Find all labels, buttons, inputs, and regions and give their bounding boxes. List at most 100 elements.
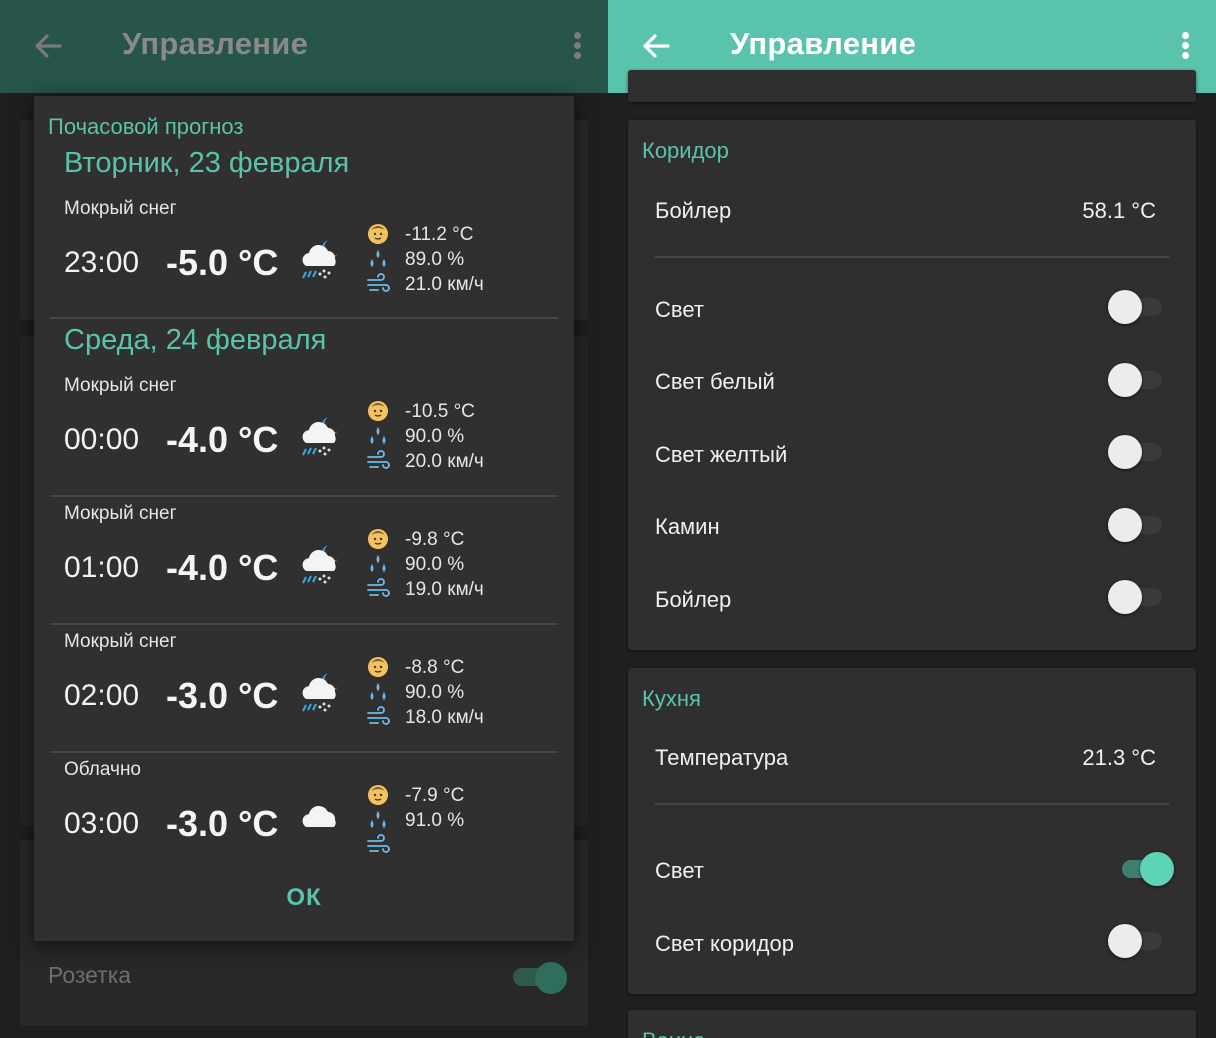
detail-row (366, 833, 556, 858)
socket-switch (513, 962, 567, 994)
room-title: Ванна (642, 1028, 705, 1038)
detail-row: -8.8 °C (366, 655, 556, 680)
temperature: -3.0 °C (166, 675, 279, 716)
page-title: Управление (730, 26, 917, 61)
feels-like-value: -9.8 °C (405, 529, 465, 550)
switch-label: Бойлер (655, 587, 732, 612)
temperature: -3.0 °C (166, 803, 279, 844)
wind-icon (367, 834, 390, 853)
detail-row: 91.0 % (366, 808, 556, 833)
forecast-list[interactable]: Вторник, 23 февраля Мокрый снег 23:00 -5.0 … (50, 142, 558, 860)
humidity-drops-icon (370, 427, 386, 444)
detail-row: 18.0 км/ч (366, 705, 556, 730)
weather-details: -10.5 °C 90.0 % 20.0 км/ч (366, 399, 556, 474)
detail-row: -10.5 °C (366, 399, 556, 424)
hour-time: 01:00 (64, 551, 140, 584)
back-arrow-icon[interactable] (638, 28, 674, 64)
room-card-kitchen: Кухня Температура 21.3 °C Свет Свет кори… (628, 668, 1196, 994)
more-menu-icon[interactable] (1180, 30, 1190, 62)
detail-row: 90.0 % (366, 552, 556, 577)
feels-like-face-icon (368, 529, 388, 549)
more-menu-icon[interactable] (572, 30, 582, 62)
humidity-value: 90.0 % (405, 554, 465, 575)
app-bar: Управление (0, 0, 608, 93)
divider (655, 256, 1169, 258)
detail-row: 21.0 км/ч (366, 272, 556, 297)
switch-label: Камин (655, 514, 720, 539)
snow-cloud-sun-icon (302, 673, 338, 712)
forecast-hour-row: Мокрый снег 01:00 -4.0 °C -9.8 °C 90.0 % 19.0… (50, 497, 558, 623)
back-arrow-icon[interactable] (30, 28, 66, 64)
forecast-hour-row: Мокрый снег 00:00 -4.0 °C -10.5 °C 90.0 % 20.… (50, 369, 558, 495)
toggle-switch[interactable] (1106, 506, 1164, 542)
wind-speed-value: 20.0 км/ч (405, 451, 484, 472)
room-title: Коридор (642, 138, 729, 163)
toggle-switch[interactable] (1106, 288, 1164, 324)
feels-like-face-icon (368, 657, 388, 677)
toggle-switch[interactable] (1106, 578, 1164, 614)
hour-time: 03:00 (64, 807, 140, 840)
temperature: -5.0 °C (166, 242, 279, 283)
weather-details: -11.2 °C 89.0 % 21.0 км/ч (366, 222, 556, 297)
hourly-forecast-dialog: Почасовой прогноз Вторник, 23 февраля Мок… (34, 96, 574, 941)
forecast-hour-row: Мокрый снег 02:00 -3.0 °C -8.8 °C 90.0 % 18.0… (50, 625, 558, 751)
temperature: -4.0 °C (166, 547, 279, 588)
humidity-value: 91.0 % (405, 810, 465, 831)
switch-label: Свет коридор (655, 931, 794, 956)
detail-row: -9.8 °C (366, 527, 556, 552)
detail-row: -7.9 °C (366, 783, 556, 808)
sensor-value: 58.1 °C (1082, 198, 1156, 223)
sensor-label: Температура (655, 745, 789, 770)
humidity-value: 90.0 % (405, 426, 465, 447)
condition-label: Облачно (64, 759, 142, 780)
cloud-icon (302, 805, 336, 827)
divider (655, 803, 1169, 805)
wind-icon (367, 450, 390, 469)
toggle-switch[interactable] (1106, 850, 1174, 886)
ok-button[interactable]: ОК (34, 884, 574, 912)
forecast-hour-row: Мокрый снег 23:00 -5.0 °C -11.2 °C 89.0 % 21.… (50, 192, 558, 317)
weather-details: -9.8 °C 90.0 % 19.0 км/ч (366, 527, 556, 602)
temperature: -4.0 °C (166, 419, 279, 460)
switch-label: Свет (655, 858, 704, 883)
detail-row: 90.0 % (366, 680, 556, 705)
condition-label: Мокрый снег (64, 503, 177, 524)
humidity-drops-icon (370, 250, 386, 267)
humidity-drops-icon (370, 555, 386, 572)
snow-cloud-sun-icon (302, 545, 338, 584)
humidity-drops-icon (370, 811, 386, 828)
detail-row: 89.0 % (366, 247, 556, 272)
switch-label: Свет желтый (655, 442, 788, 467)
right-screen: Управление Коридор Бойлер 58.1 °C Свет С… (608, 0, 1216, 1038)
detail-row: 19.0 км/ч (366, 577, 556, 602)
feels-like-face-icon (368, 401, 388, 421)
wind-speed-value: 19.0 км/ч (405, 579, 484, 600)
room-card-corridor: Коридор Бойлер 58.1 °C Свет Свет белый С… (628, 120, 1196, 650)
sensor-value: 21.3 °C (1082, 745, 1156, 770)
switch-label: Свет (655, 297, 704, 322)
feels-like-face-icon (368, 224, 388, 244)
wind-speed-value: 21.0 км/ч (405, 274, 484, 295)
hour-time: 23:00 (64, 246, 140, 279)
hour-time: 00:00 (64, 423, 140, 456)
detail-row: 90.0 % (366, 424, 556, 449)
toggle-switch[interactable] (1106, 361, 1164, 397)
humidity-value: 90.0 % (405, 682, 465, 703)
feels-like-value: -8.8 °C (405, 657, 465, 678)
wind-icon (367, 578, 390, 597)
condition-label: Мокрый снег (64, 198, 177, 219)
toggle-switch[interactable] (1106, 433, 1164, 469)
room-title: Кухня (642, 686, 701, 711)
wind-icon (367, 706, 390, 725)
snow-cloud-sun-icon (302, 240, 338, 279)
day-heading: Среда, 24 февраля (64, 324, 327, 356)
detail-row: -11.2 °C (366, 222, 556, 247)
feels-like-value: -7.9 °C (405, 785, 465, 806)
toggle-switch[interactable] (1106, 922, 1164, 958)
room-card-bath: Ванна (628, 1010, 1196, 1038)
feels-like-value: -10.5 °C (405, 401, 475, 422)
weather-details: -8.8 °C 90.0 % 18.0 км/ч (366, 655, 556, 730)
left-screen: Управление Розетка Почасовой прогноз Вто… (0, 0, 608, 1038)
feels-like-face-icon (368, 785, 388, 805)
page-title: Управление (122, 26, 309, 61)
